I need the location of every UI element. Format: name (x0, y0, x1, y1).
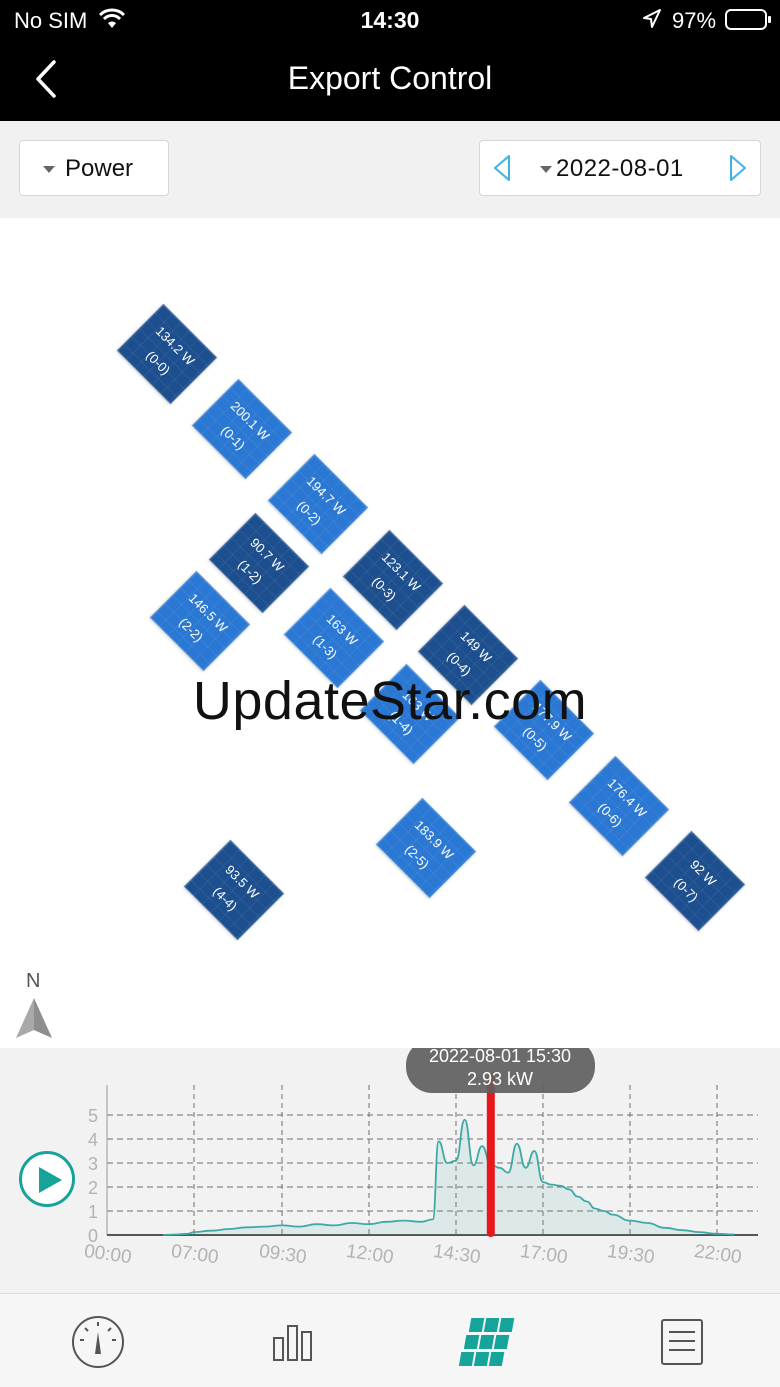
x-tick-label: 00:00 (83, 1241, 133, 1268)
tooltip-datetime: 2022-08-01 15:30 (429, 1048, 571, 1066)
battery-percent: 97% (672, 8, 717, 33)
tooltip-value: 2.93 kW (467, 1069, 533, 1089)
y-tick-label: 2 (88, 1178, 98, 1198)
date-label: 2022-08-01 (556, 155, 684, 182)
north-arrow-icon (14, 996, 54, 1040)
solar-panel-0-7[interactable]: 92 W (0-7) (644, 830, 746, 932)
top-bar: No SIM 14:30 97% Export Control (0, 0, 780, 121)
solar-panel-2-5[interactable]: 183.9 W (2-5) (375, 797, 477, 899)
x-tick-label: 14:30 (432, 1241, 482, 1268)
page-title: Export Control (287, 60, 493, 96)
filter-bar: Power 2022-08-01 (0, 121, 780, 218)
tab-bar (0, 1293, 780, 1387)
series-area (162, 1119, 735, 1235)
tab-list[interactable] (652, 1314, 712, 1370)
status-bar: No SIM 14:30 97% (0, 0, 780, 42)
bar-chart-icon (273, 1325, 312, 1361)
x-tick-label: 07:00 (170, 1241, 220, 1268)
location-icon (642, 8, 662, 36)
battery-icon (725, 9, 771, 30)
y-tick-label: 5 (88, 1106, 98, 1126)
x-tick-label: 22:00 (693, 1241, 743, 1268)
y-tick-label: 4 (88, 1130, 98, 1150)
solar-panel-0-6[interactable]: 176.4 W (0-6) (568, 755, 670, 857)
gauge-icon (72, 1316, 124, 1368)
x-tick-label: 09:30 (258, 1241, 308, 1268)
solar-panel-0-0[interactable]: 134.2 W (0-0) (116, 303, 218, 405)
watermark-text: UpdateStar.com (192, 671, 588, 731)
solar-panel-4-4[interactable]: 93.5 W (4-4) (183, 839, 285, 941)
date-picker[interactable]: 2022-08-01 (479, 140, 761, 196)
list-icon (661, 1319, 703, 1365)
metric-dropdown-label: Power (65, 155, 134, 182)
y-tick-label: 1 (88, 1202, 98, 1222)
tab-dashboard[interactable] (68, 1314, 128, 1370)
solar-panel-0-2[interactable]: 194.7 W (0-2) (267, 453, 369, 555)
next-day-button[interactable] (728, 154, 748, 182)
x-tick-label: 19:30 (606, 1241, 656, 1268)
x-tick-label: 12:00 (345, 1241, 395, 1268)
caret-down-icon (43, 166, 55, 173)
power-chart[interactable]: 01234500:00 07:00 09:30 12:00 14:30 17:00 19:3… (0, 1048, 780, 1293)
compass-label: N (26, 970, 41, 992)
tab-statistics[interactable] (263, 1314, 323, 1370)
tab-panel-layout[interactable] (458, 1314, 518, 1370)
metric-dropdown[interactable]: Power (19, 140, 169, 196)
previous-day-button[interactable] (492, 154, 512, 182)
clock: 14:30 (360, 7, 420, 33)
power-chart-panel: 0 1 2 3 4 5 00:00 07:00 09:30 12:00 14:30 17:00 19:3… (0, 1048, 780, 1293)
y-tick-label: 3 (88, 1154, 98, 1174)
x-tick-label: 17:00 (519, 1241, 569, 1268)
solar-grid-icon (458, 1318, 515, 1366)
caret-down-icon (540, 166, 552, 173)
solar-panel-0-1[interactable]: 200.1 W (0-1) (191, 378, 293, 480)
panel-layout: 134.2 W (0-0) 200.1 W (0-1) 194.7 W (0-2) 1… (0, 218, 780, 1048)
